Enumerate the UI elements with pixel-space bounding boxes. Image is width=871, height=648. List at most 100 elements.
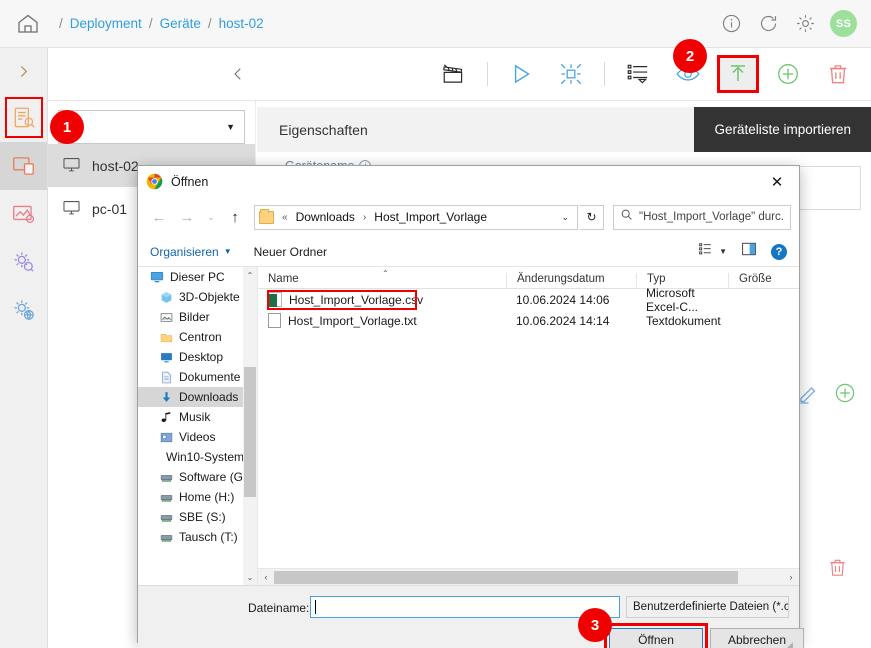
chevron-down-icon: ▼ <box>223 247 232 256</box>
rail-expand-toggle[interactable] <box>0 48 47 94</box>
address-segment-downloads[interactable]: Downloads <box>296 210 355 224</box>
chevron-down-icon: ▼ <box>226 122 235 132</box>
scroll-left-icon[interactable]: ‹ <box>258 572 274 582</box>
file-type-select[interactable]: Benutzerdefinierte Dateien (*.cs ⌄ <box>626 596 789 618</box>
file-open-dialog: Öffnen ✕ ← → ⌄ ↑ « Downloads › Host_Impo… <box>137 165 804 648</box>
topbar-actions: SS <box>719 10 857 37</box>
tree-item-home-h[interactable]: Home (H:) <box>138 487 257 507</box>
scroll-down-icon[interactable]: ⌄ <box>243 569 257 585</box>
back-button[interactable] <box>218 65 258 83</box>
view-list-icon[interactable] <box>698 242 713 261</box>
column-header-name[interactable]: ⌃ Name <box>258 269 506 288</box>
tree-item-label: Bilder <box>179 310 210 324</box>
sidebar-item-settings-global[interactable] <box>0 286 47 334</box>
breadcrumb-item-host-02[interactable]: host-02 <box>219 16 264 31</box>
arrow-left-icon[interactable]: ← <box>146 204 172 230</box>
monitor-icon <box>62 198 81 220</box>
clapperboard-icon[interactable] <box>433 55 475 93</box>
delete-icon[interactable] <box>817 55 859 93</box>
info-icon[interactable] <box>719 12 743 36</box>
tree-item-label: 3D-Objekte <box>179 290 240 304</box>
file-list-horizontal-scrollbar[interactable]: ‹ › <box>258 568 799 585</box>
left-rail <box>0 48 48 648</box>
tree-item-dieser-pc[interactable]: Dieser PC <box>138 267 257 287</box>
wake-on-lan-icon[interactable] <box>550 55 592 93</box>
sidebar-item-settings-search[interactable] <box>0 238 47 286</box>
resize-grip-icon[interactable]: ◢ <box>786 640 796 648</box>
tree-item-tausch-t[interactable]: Tausch (T:) <box>138 527 257 547</box>
row-delete-icon[interactable] <box>826 556 849 584</box>
scrollbar-thumb[interactable] <box>274 570 738 584</box>
table-row[interactable]: Host_Import_Vorlage.csv 10.06.2024 14:06… <box>258 286 799 314</box>
tree-item-videos[interactable]: Videos <box>138 427 257 447</box>
column-header-type[interactable]: Typ <box>636 273 728 288</box>
preview-pane-icon[interactable] <box>741 242 757 261</box>
sidebar-item-deployment[interactable] <box>0 142 47 190</box>
search-icon <box>620 208 633 226</box>
tree-item-label: Downloads <box>179 390 239 404</box>
avatar[interactable]: SS <box>830 10 857 37</box>
arrow-up-icon[interactable]: ↑ <box>222 204 248 230</box>
tree-item-win10-system[interactable]: Win10-System (C <box>138 447 257 467</box>
pencil-icon[interactable] <box>797 381 821 410</box>
address-segment-host-import-vorlage[interactable]: Host_Import_Vorlage <box>374 210 487 224</box>
file-list: ⌃ Name Änderungsdatum Typ Größe Host_Imp… <box>258 267 799 585</box>
app-top-bar: / Deployment / Geräte / host-02 SS <box>0 0 871 48</box>
toolbar-actions <box>433 55 859 93</box>
file-list-header: ⌃ Name Änderungsdatum Typ Größe <box>258 267 799 289</box>
tree-item-3d-objekte[interactable]: 3D-Objekte <box>138 287 257 307</box>
text-file-icon <box>268 313 281 328</box>
play-icon[interactable] <box>500 55 542 93</box>
arrow-right-icon[interactable]: → <box>174 204 200 230</box>
add-device-icon[interactable] <box>767 55 809 93</box>
address-chevron-down-icon[interactable]: ⌄ <box>561 212 573 223</box>
new-folder-button[interactable]: Neuer Ordner <box>254 245 327 259</box>
tree-item-label: Musik <box>179 410 211 424</box>
tree-item-software-g[interactable]: Software (G:) <box>138 467 257 487</box>
scroll-right-icon[interactable]: › <box>783 572 799 582</box>
close-icon[interactable]: ✕ <box>755 166 799 197</box>
tree-item-centron[interactable]: Centron <box>138 327 257 347</box>
help-icon[interactable]: ? <box>771 243 787 260</box>
column-header-size[interactable]: Größe <box>728 273 799 288</box>
gear-icon[interactable] <box>793 12 817 36</box>
breadcrumb-item-geraete[interactable]: Geräte <box>160 16 201 31</box>
excel-csv-icon <box>268 292 282 307</box>
deployment-highlight-box <box>5 97 43 138</box>
plus-circle-icon[interactable] <box>833 381 857 410</box>
home-icon[interactable] <box>14 10 42 38</box>
recent-locations-chevron-down-icon[interactable]: ⌄ <box>202 204 220 230</box>
address-bar[interactable]: « Downloads › Host_Import_Vorlage ⌄ <box>254 204 578 230</box>
refresh-icon[interactable] <box>756 12 780 36</box>
breadcrumb-separator-1: / <box>148 16 153 31</box>
view-chevron-down-icon[interactable]: ▼ <box>719 247 727 256</box>
search-placeholder: "Host_Import_Vorlage" durc... <box>639 211 784 223</box>
import-device-list-button[interactable]: Geräteliste importieren <box>694 107 871 152</box>
filename-input[interactable] <box>310 596 620 618</box>
tree-item-bilder[interactable]: Bilder <box>138 307 257 327</box>
search-input[interactable]: "Host_Import_Vorlage" durc... <box>613 204 791 230</box>
file-name-cell[interactable]: Host_Import_Vorlage.txt <box>258 313 506 328</box>
tree-item-desktop[interactable]: Desktop <box>138 347 257 367</box>
tree-item-dokumente[interactable]: Dokumente <box>138 367 257 387</box>
tree-item-downloads[interactable]: Downloads <box>138 387 257 407</box>
table-row[interactable]: Host_Import_Vorlage.txt 10.06.2024 14:14… <box>258 310 799 331</box>
breadcrumb-item-deployment[interactable]: Deployment <box>70 16 142 31</box>
tree-scrollbar[interactable]: ⌃ ⌄ <box>243 267 257 585</box>
file-name-cell[interactable]: Host_Import_Vorlage.csv <box>258 292 506 307</box>
file-type-value: Benutzerdefinierte Dateien (*.cs <box>633 601 789 613</box>
column-header-modified[interactable]: Änderungsdatum <box>506 273 636 288</box>
breadcrumb: / Deployment / Geräte / host-02 <box>52 16 264 31</box>
scroll-up-icon[interactable]: ⌃ <box>243 267 257 283</box>
tree-item-sbe-s[interactable]: SBE (S:) <box>138 507 257 527</box>
scrollbar-thumb[interactable] <box>244 367 256 497</box>
tasklist-icon[interactable] <box>617 55 659 93</box>
sidebar-item-images[interactable] <box>0 190 47 238</box>
group-filter-dropdown[interactable]: ▼ <box>58 110 245 144</box>
organize-button[interactable]: Organisieren ▼ <box>150 245 232 259</box>
refresh-icon[interactable]: ↻ <box>580 204 604 230</box>
organize-label: Organisieren <box>150 244 219 259</box>
upload-button[interactable] <box>717 55 759 93</box>
tree-item-musik[interactable]: Musik <box>138 407 257 427</box>
tree-item-label: Videos <box>179 430 216 444</box>
